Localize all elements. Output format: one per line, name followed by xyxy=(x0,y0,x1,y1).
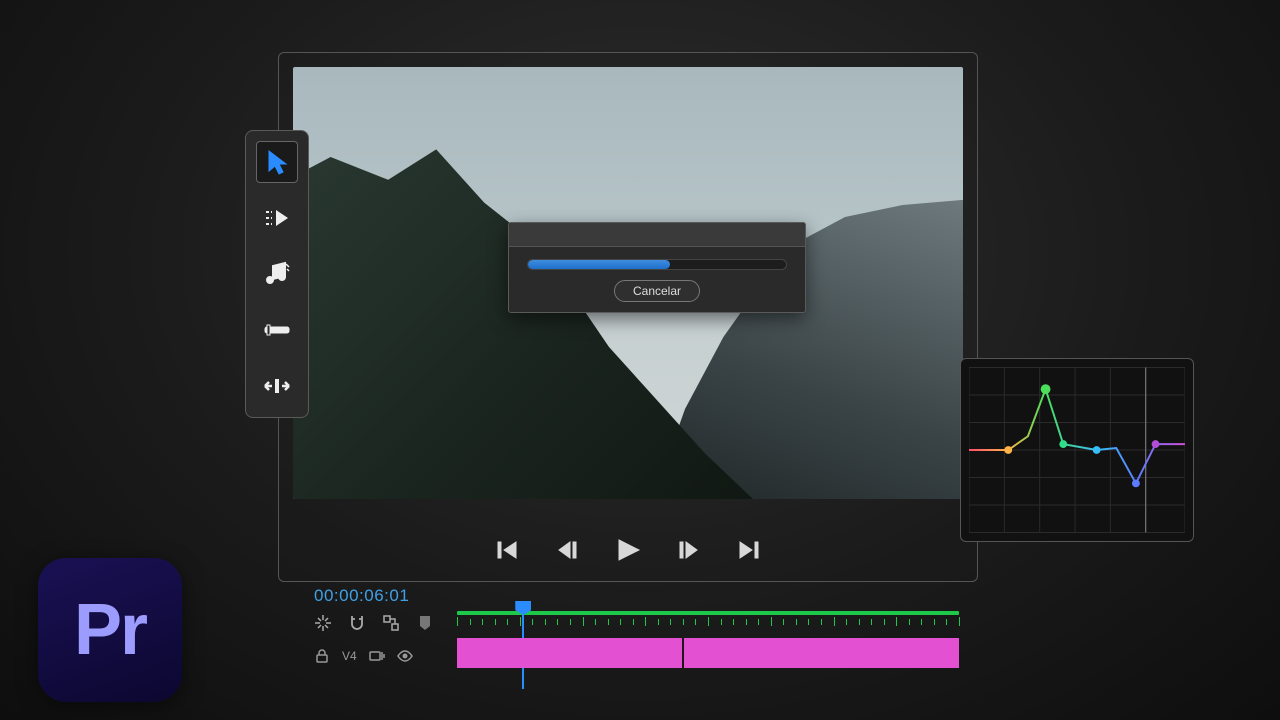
track-label[interactable]: V4 xyxy=(342,649,357,663)
time-ruler[interactable] xyxy=(457,611,959,623)
clip-1[interactable] xyxy=(457,638,682,668)
step-back-button[interactable] xyxy=(551,533,585,567)
clip-2[interactable] xyxy=(684,638,959,668)
lock-icon[interactable] xyxy=(314,648,330,664)
razor-tool[interactable] xyxy=(256,309,298,351)
timeline-panel: 00:00:06:01 V4 xyxy=(314,586,964,632)
progress-bar xyxy=(527,259,787,270)
timecode-display[interactable]: 00:00:06:01 xyxy=(314,586,964,606)
track-header: V4 xyxy=(314,648,413,664)
selection-tool[interactable] xyxy=(256,141,298,183)
color-curves-icon xyxy=(969,367,1185,533)
step-forward-button[interactable] xyxy=(671,533,705,567)
go-to-out-button[interactable] xyxy=(731,533,765,567)
music-tool[interactable] xyxy=(256,253,298,295)
linked-selection-icon[interactable] xyxy=(382,614,400,632)
toolbox xyxy=(245,130,309,418)
marker-icon[interactable] xyxy=(416,614,434,632)
dialog-titlebar[interactable] xyxy=(509,223,805,247)
progress-dialog: Cancelar xyxy=(508,222,806,313)
app-icon-label: Pr xyxy=(74,594,146,666)
snap-icon[interactable] xyxy=(314,614,332,632)
sync-lock-icon[interactable] xyxy=(369,648,385,664)
color-scopes-panel[interactable] xyxy=(960,358,1194,542)
magnet-icon[interactable] xyxy=(348,614,366,632)
transport-controls xyxy=(279,533,977,567)
premiere-pro-app-icon: Pr xyxy=(38,558,182,702)
play-button[interactable] xyxy=(611,533,645,567)
preview-panel xyxy=(278,52,978,582)
ripple-edit-tool[interactable] xyxy=(256,365,298,407)
toggle-track-output-icon[interactable] xyxy=(397,648,413,664)
cancel-button[interactable]: Cancelar xyxy=(614,280,700,302)
track-select-tool[interactable] xyxy=(256,197,298,239)
video-track[interactable] xyxy=(457,638,959,668)
go-to-in-button[interactable] xyxy=(491,533,525,567)
